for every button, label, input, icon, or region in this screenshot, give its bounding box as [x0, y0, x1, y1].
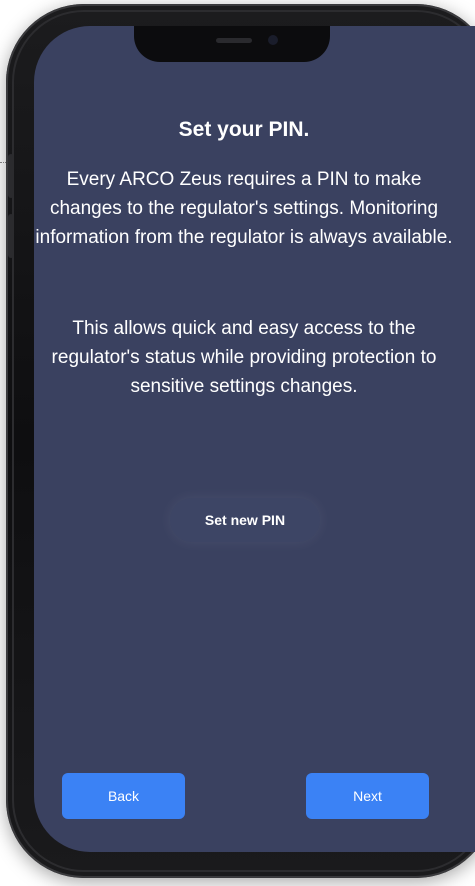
app-screen: Set your PIN. Every ARCO Zeus requires a… — [34, 26, 475, 852]
next-button[interactable]: Next — [306, 773, 429, 819]
volume-up-button — [8, 154, 14, 198]
speaker-grille — [216, 38, 252, 43]
volume-down-button — [8, 214, 14, 258]
set-new-pin-button[interactable]: Set new PIN — [170, 498, 320, 542]
pin-benefit-text: This allows quick and easy access to the… — [51, 318, 437, 397]
page-title: Set your PIN. — [178, 118, 310, 141]
front-camera-icon — [268, 35, 278, 45]
phone-mockup-canvas: Set your PIN. Every ARCO Zeus requires a… — [0, 0, 475, 886]
phone-notch — [134, 26, 330, 62]
pin-requirement-text: Every ARCO Zeus requires a PIN to make c… — [35, 169, 453, 248]
back-button[interactable]: Back — [62, 773, 185, 819]
